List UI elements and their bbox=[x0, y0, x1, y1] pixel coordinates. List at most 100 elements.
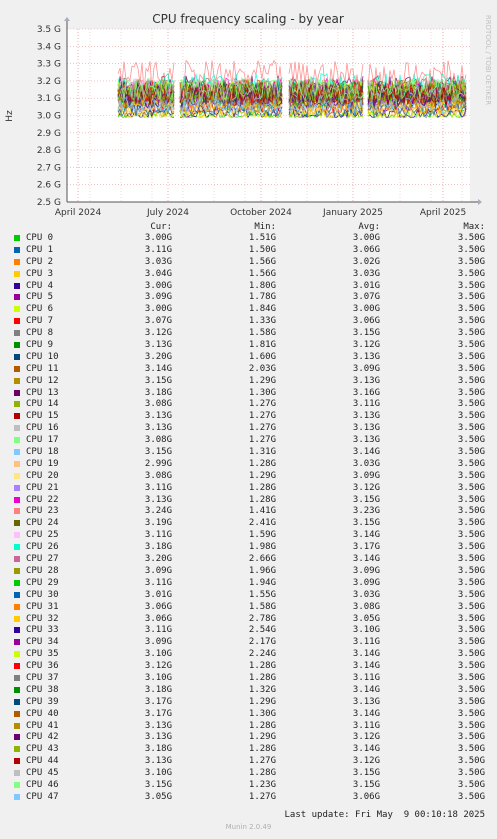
legend-cur-value: 3.17G bbox=[144, 708, 172, 719]
legend-cpu-name: CPU 13 bbox=[26, 387, 59, 398]
x-tick-label: April 2024 bbox=[55, 208, 102, 218]
legend-max-value: 3.50G bbox=[457, 482, 485, 493]
legend-cur-value: 3.24G bbox=[144, 506, 172, 517]
legend-max-value: 3.50G bbox=[457, 720, 485, 731]
legend-cur-value: 3.09G bbox=[144, 637, 172, 648]
legend-header-avg: Avg: bbox=[358, 222, 380, 232]
munin-version: Munin 2.0.49 bbox=[225, 823, 272, 831]
legend-max-value: 3.50G bbox=[457, 649, 485, 660]
legend-min-value: 1.94G bbox=[248, 577, 276, 588]
chart-title: CPU frequency scaling - by year bbox=[152, 12, 344, 26]
y-axis-label: Hz bbox=[5, 110, 15, 122]
legend-max-value: 3.50G bbox=[457, 280, 485, 291]
legend-min-value: 1.29G bbox=[248, 375, 276, 386]
legend-swatch bbox=[14, 674, 20, 681]
legend-cpu-name: CPU 7 bbox=[26, 316, 54, 327]
legend-max-value: 3.50G bbox=[457, 661, 485, 672]
legend-cpu-name: CPU 10 bbox=[26, 351, 59, 362]
legend-cpu-name: CPU 46 bbox=[26, 779, 59, 790]
legend-row: CPU 40 3.17G 1.30G 3.14G 3.50G bbox=[0, 709, 497, 721]
legend-row: CPU 33 3.11G 2.54G 3.10G 3.50G bbox=[0, 625, 497, 637]
legend-swatch bbox=[14, 282, 20, 289]
legend-cpu-name: CPU 14 bbox=[26, 399, 59, 410]
legend-row: CPU 20 3.08G 1.29G 3.09G 3.50G bbox=[0, 471, 497, 483]
legend-cpu-name: CPU 34 bbox=[26, 637, 59, 648]
legend-avg-value: 3.07G bbox=[352, 292, 380, 303]
legend-min-value: 1.32G bbox=[248, 684, 276, 695]
legend-min-value: 1.28G bbox=[248, 494, 276, 505]
legend-min-value: 1.56G bbox=[248, 268, 276, 279]
legend-avg-value: 3.14G bbox=[352, 661, 380, 672]
legend-row: CPU 25 3.11G 1.59G 3.14G 3.50G bbox=[0, 530, 497, 542]
legend-swatch bbox=[14, 603, 20, 610]
legend-cur-value: 3.13G bbox=[144, 732, 172, 743]
legend-avg-value: 3.03G bbox=[352, 458, 380, 469]
legend-avg-value: 3.03G bbox=[352, 268, 380, 279]
legend-max-value: 3.50G bbox=[457, 696, 485, 707]
legend-row: CPU 12 3.15G 1.29G 3.13G 3.50G bbox=[0, 376, 497, 388]
legend-avg-value: 3.17G bbox=[352, 542, 380, 553]
legend-row: CPU 24 3.19G 2.41G 3.15G 3.50G bbox=[0, 518, 497, 530]
legend-row: CPU 13 3.18G 1.30G 3.16G 3.50G bbox=[0, 388, 497, 400]
legend-row: CPU 18 3.15G 1.31G 3.14G 3.50G bbox=[0, 447, 497, 459]
legend-swatch bbox=[14, 413, 20, 420]
legend-max-value: 3.50G bbox=[457, 494, 485, 505]
legend-row: CPU 2 3.03G 1.56G 3.02G 3.50G bbox=[0, 257, 497, 269]
legend-cpu-name: CPU 28 bbox=[26, 565, 59, 576]
legend-min-value: 1.41G bbox=[248, 506, 276, 517]
legend-row: CPU 29 3.11G 1.94G 3.09G 3.50G bbox=[0, 578, 497, 590]
legend-avg-value: 3.01G bbox=[352, 280, 380, 291]
legend-avg-value: 3.15G bbox=[352, 328, 380, 339]
legend-avg-value: 3.12G bbox=[352, 340, 380, 351]
legend-swatch bbox=[14, 401, 20, 408]
legend-max-value: 3.50G bbox=[457, 637, 485, 648]
legend-cur-value: 3.07G bbox=[144, 316, 172, 327]
legend-cpu-name: CPU 47 bbox=[26, 791, 59, 802]
legend-swatch bbox=[14, 258, 20, 265]
legend-cur-value: 3.00G bbox=[144, 304, 172, 315]
chart-area: CPU frequency scaling - by year Hz RRDTO… bbox=[5, 12, 492, 218]
legend-cpu-name: CPU 15 bbox=[26, 411, 59, 422]
legend-min-value: 1.27G bbox=[248, 423, 276, 434]
legend-cpu-name: CPU 23 bbox=[26, 506, 59, 517]
legend-row: CPU 44 3.13G 1.27G 3.12G 3.50G bbox=[0, 756, 497, 768]
legend-cpu-name: CPU 38 bbox=[26, 684, 59, 695]
legend-min-value: 2.54G bbox=[248, 625, 276, 636]
legend-row: CPU 31 3.06G 1.58G 3.08G 3.50G bbox=[0, 602, 497, 614]
legend-swatch bbox=[14, 508, 20, 515]
legend-max-value: 3.50G bbox=[457, 399, 485, 410]
legend-cpu-name: CPU 3 bbox=[26, 268, 54, 279]
legend-row: CPU 0 3.00G 1.51G 3.00G 3.50G bbox=[0, 233, 497, 245]
legend-max-value: 3.50G bbox=[457, 506, 485, 517]
legend-cpu-name: CPU 42 bbox=[26, 732, 59, 743]
legend-cur-value: 3.20G bbox=[144, 351, 172, 362]
legend-row: CPU 38 3.18G 1.32G 3.14G 3.50G bbox=[0, 685, 497, 697]
legend-avg-value: 3.03G bbox=[352, 589, 380, 600]
legend-max-value: 3.50G bbox=[457, 435, 485, 446]
legend-avg-value: 3.14G bbox=[352, 744, 380, 755]
legend-row: CPU 17 3.08G 1.27G 3.13G 3.50G bbox=[0, 435, 497, 447]
legend-avg-value: 3.12G bbox=[352, 732, 380, 743]
legend-avg-value: 3.15G bbox=[352, 768, 380, 779]
legend-swatch bbox=[14, 520, 20, 527]
legend-cur-value: 3.15G bbox=[144, 447, 172, 458]
legend-swatch bbox=[14, 342, 20, 349]
legend-max-value: 3.50G bbox=[457, 470, 485, 481]
legend-min-value: 1.30G bbox=[248, 708, 276, 719]
legend-row: CPU 28 3.09G 1.96G 3.09G 3.50G bbox=[0, 566, 497, 578]
legend-swatch bbox=[14, 579, 20, 586]
legend-swatch bbox=[14, 496, 20, 503]
legend-min-value: 1.27G bbox=[248, 791, 276, 802]
legend-cur-value: 3.18G bbox=[144, 684, 172, 695]
legend-avg-value: 3.08G bbox=[352, 601, 380, 612]
legend-cur-value: 3.08G bbox=[144, 435, 172, 446]
legend-avg-value: 3.09G bbox=[352, 577, 380, 588]
legend-min-value: 2.24G bbox=[248, 649, 276, 660]
legend-cpu-name: CPU 35 bbox=[26, 649, 59, 660]
legend-min-value: 1.28G bbox=[248, 768, 276, 779]
legend-min-value: 1.28G bbox=[248, 720, 276, 731]
legend-min-value: 1.56G bbox=[248, 256, 276, 267]
legend-swatch bbox=[14, 734, 20, 741]
legend-avg-value: 3.06G bbox=[352, 791, 380, 802]
legend-avg-value: 3.02G bbox=[352, 256, 380, 267]
